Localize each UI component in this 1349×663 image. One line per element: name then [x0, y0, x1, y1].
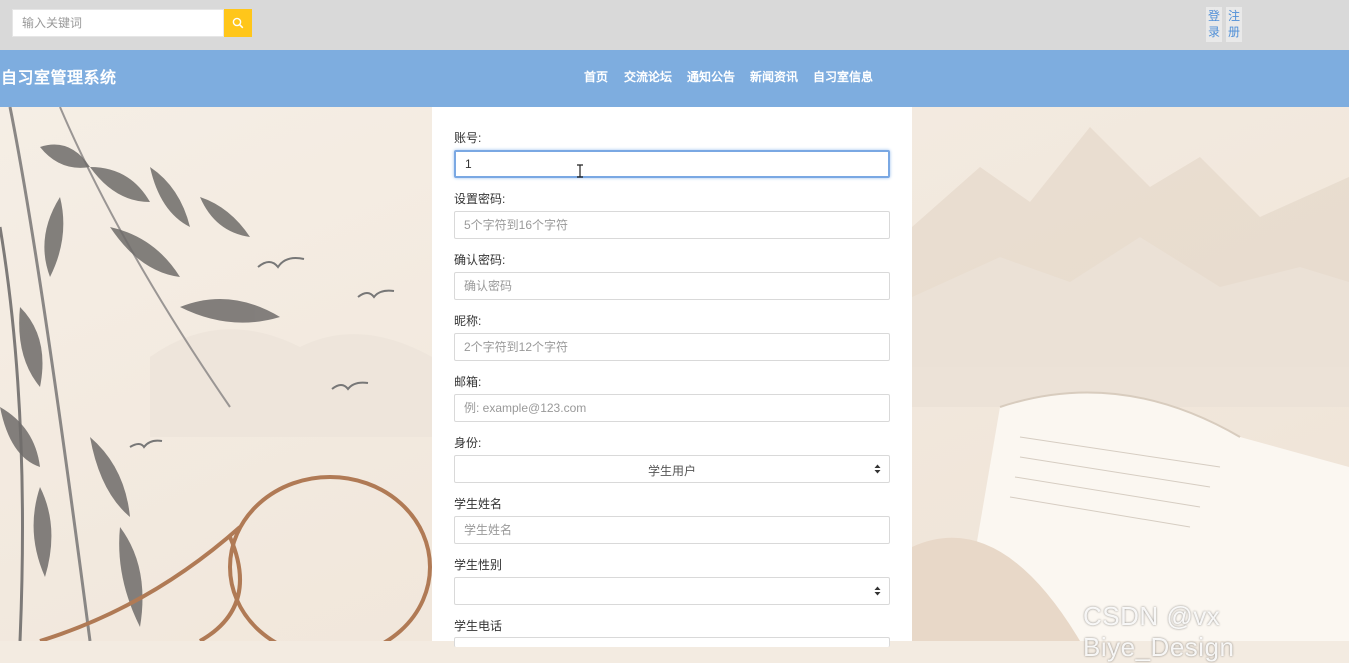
register-form-panel: 账号: 设置密码: 确认密码: 昵称: 邮箱: 身份: 学生用户 学生姓名 学生… — [432, 107, 912, 647]
role-selected-value: 学生用户 — [647, 464, 696, 478]
account-input[interactable] — [454, 150, 890, 178]
student-name-label: 学生姓名 — [454, 497, 503, 511]
search-input[interactable] — [12, 9, 224, 37]
account-label: 账号: — [454, 131, 482, 145]
register-label-top: 注 — [1227, 9, 1240, 23]
email-label: 邮箱: — [454, 375, 482, 389]
register-label-bottom: 册 — [1227, 25, 1240, 39]
role-select[interactable]: 学生用户 — [454, 455, 890, 483]
student-gender-select[interactable] — [454, 577, 890, 605]
select-arrows-icon — [874, 586, 881, 596]
nav-item-forum[interactable]: 交流论坛 — [624, 69, 672, 85]
nav-item-home[interactable]: 首页 — [584, 69, 608, 85]
nav-item-notice[interactable]: 通知公告 — [687, 69, 735, 85]
student-name-input[interactable] — [454, 516, 890, 544]
text-cursor-icon — [577, 164, 583, 178]
main-navbar: 自习室管理系统 首页 交流论坛 通知公告 新闻资讯 自习室信息 — [0, 50, 1349, 107]
watermark: CSDN @vx Biye_Design — [1083, 601, 1235, 662]
search-button[interactable] — [224, 9, 252, 37]
top-bar: 登 录 注 册 — [0, 0, 1349, 50]
login-label-top: 登 — [1207, 9, 1220, 23]
login-link[interactable]: 登 录 — [1206, 7, 1222, 42]
confirm-password-label: 确认密码: — [454, 253, 506, 267]
register-link[interactable]: 注 册 — [1226, 7, 1242, 42]
search-icon — [232, 17, 244, 29]
nickname-label: 昵称: — [454, 314, 482, 328]
password-label: 设置密码: — [454, 192, 506, 206]
confirm-password-input[interactable] — [454, 272, 890, 300]
email-input[interactable] — [454, 394, 890, 422]
select-arrows-icon — [874, 464, 881, 474]
site-title: 自习室管理系统 — [1, 70, 117, 87]
student-phone-label: 学生电话 — [454, 619, 503, 633]
nickname-input[interactable] — [454, 333, 890, 361]
student-phone-input[interactable] — [454, 637, 890, 647]
login-label-bottom: 录 — [1207, 25, 1220, 39]
student-gender-label: 学生性别 — [454, 558, 503, 572]
password-input[interactable] — [454, 211, 890, 239]
nav-item-news[interactable]: 新闻资讯 — [750, 69, 798, 85]
role-label: 身份: — [454, 436, 482, 450]
nav-item-study-room[interactable]: 自习室信息 — [813, 69, 873, 85]
